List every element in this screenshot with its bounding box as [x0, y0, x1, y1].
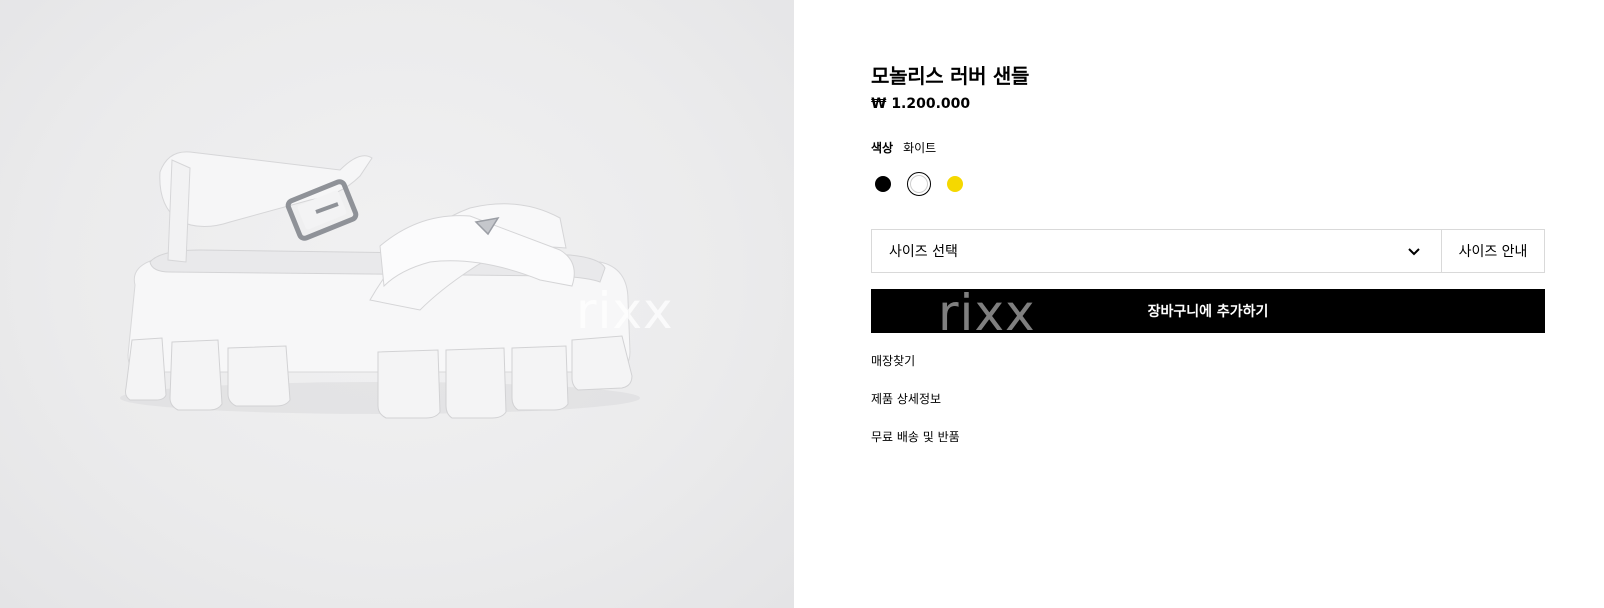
size-guide-button[interactable]: 사이즈 안내	[1441, 230, 1544, 272]
product-title: 모놀리스 러버 샌들	[871, 64, 1030, 88]
chevron-down-icon	[1408, 248, 1420, 256]
product-image-gallery[interactable]: rixx	[0, 0, 794, 608]
swatch-white-dot	[910, 175, 928, 193]
color-selection-label: 색상 화이트	[871, 139, 936, 156]
swatch-black[interactable]	[871, 172, 895, 196]
swatch-black-dot	[875, 176, 891, 192]
color-selected-value: 화이트	[903, 141, 937, 155]
product-links: 매장찾기 제품 상세정보 무료 배송 및 반품	[871, 354, 960, 468]
swatch-yellow-dot	[947, 176, 963, 192]
color-swatches	[871, 172, 979, 196]
store-locator-link[interactable]: 매장찾기	[871, 354, 960, 368]
product-image	[120, 151, 640, 419]
swatch-yellow[interactable]	[943, 172, 967, 196]
product-details-link[interactable]: 제품 상세정보	[871, 392, 960, 406]
size-select-dropdown[interactable]: 사이즈 선택	[872, 230, 1441, 272]
product-price: ₩ 1.200.000	[871, 96, 971, 112]
shipping-returns-link[interactable]: 무료 배송 및 반품	[871, 430, 960, 444]
size-select-label: 사이즈 선택	[889, 244, 958, 260]
watermark-text: rixx	[576, 282, 674, 340]
color-label: 색상	[871, 141, 894, 155]
size-row: 사이즈 선택 사이즈 안내	[871, 229, 1545, 273]
swatch-white[interactable]	[907, 172, 931, 196]
watermark-overlay: rixx	[938, 284, 1036, 342]
